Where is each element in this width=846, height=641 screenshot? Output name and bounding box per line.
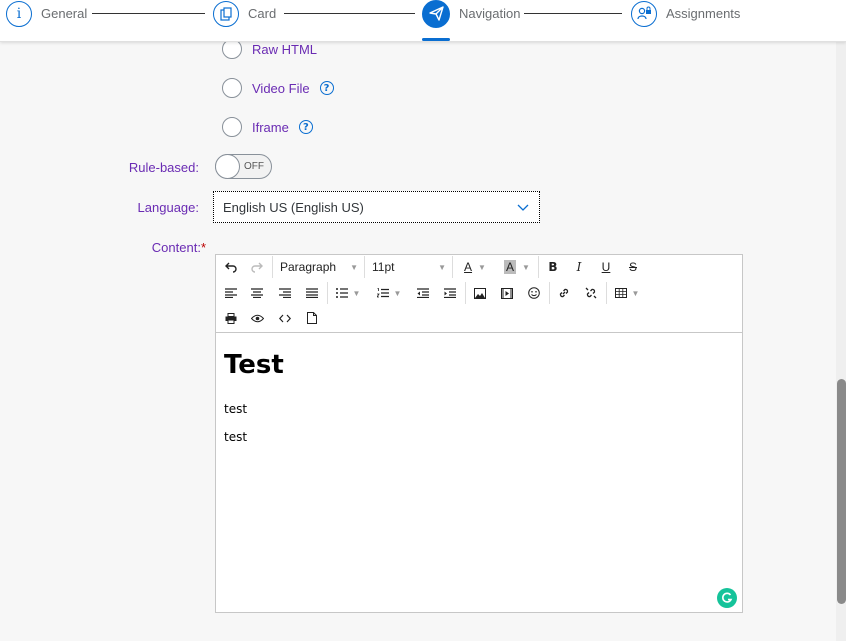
preview-eye-icon[interactable]	[248, 307, 266, 329]
editor-paragraph: test	[224, 430, 248, 444]
text-color-button[interactable]: A ▼	[458, 256, 492, 278]
toggle-state-text: OFF	[244, 161, 264, 172]
step-navigation[interactable]: Navigation	[422, 0, 521, 28]
toolbar-separator	[364, 256, 365, 278]
source-code-icon[interactable]	[276, 307, 294, 329]
caret-down-icon: ▼	[522, 262, 530, 272]
active-step-indicator	[422, 38, 450, 41]
link-icon[interactable]	[555, 282, 573, 304]
editor-toolbar: Paragraph ▼ 11pt ▼ A ▼ A ▼ B I U S ▼ ▼ ▼	[216, 255, 742, 333]
table-button[interactable]: ▼	[612, 282, 642, 304]
radio-option-iframe[interactable]: Iframe ?	[222, 117, 313, 137]
background-color-icon: A	[504, 260, 517, 274]
radio-button[interactable]	[222, 117, 242, 137]
caret-down-icon: ▼	[478, 262, 486, 272]
content-label: Content:*	[100, 240, 206, 255]
emoji-icon[interactable]	[525, 282, 543, 304]
block-format-value: Paragraph	[280, 260, 337, 274]
help-icon[interactable]: ?	[319, 81, 334, 95]
background-color-button[interactable]: A ▼	[500, 256, 534, 278]
wizard-header: i General Card Navigation Assignments	[0, 0, 846, 42]
radio-option-raw-html[interactable]: Raw HTML	[222, 39, 317, 59]
step-general[interactable]: i General	[6, 0, 87, 27]
rule-based-label: Rule-based:	[128, 160, 199, 175]
step-label: General	[41, 6, 88, 21]
help-icon[interactable]: ?	[298, 120, 313, 134]
text-color-icon: A	[464, 260, 473, 274]
rich-text-editor: Paragraph ▼ 11pt ▼ A ▼ A ▼ B I U S ▼ ▼ ▼…	[215, 254, 743, 613]
radio-label: Raw HTML	[252, 41, 318, 57]
toolbar-separator	[606, 282, 607, 304]
language-label: Language:	[137, 200, 199, 215]
editor-heading: Test	[224, 350, 284, 380]
redo-icon[interactable]	[248, 256, 266, 278]
caret-down-icon: ▼	[393, 288, 402, 298]
form-content: Raw HTML Video File ? Iframe ? Rule-base…	[0, 39, 836, 641]
language-select[interactable]: English US (English US)	[213, 191, 540, 223]
step-connector	[524, 13, 622, 14]
step-connector	[92, 13, 205, 14]
paper-plane-icon	[422, 0, 450, 28]
step-label: Card	[248, 6, 277, 21]
align-right-icon[interactable]	[276, 282, 294, 304]
card-icon	[213, 0, 239, 27]
unlink-icon[interactable]	[582, 282, 600, 304]
step-card[interactable]: Card	[213, 0, 276, 27]
toolbar-separator	[272, 256, 273, 278]
content-label-text: Content:	[151, 240, 201, 255]
font-size-dropdown[interactable]: 11pt ▼	[368, 256, 450, 278]
indent-icon[interactable]	[441, 282, 459, 304]
align-left-icon[interactable]	[222, 282, 240, 304]
step-label: Navigation	[459, 6, 521, 21]
language-value: English US (English US)	[223, 200, 364, 215]
block-format-dropdown[interactable]: Paragraph ▼	[276, 256, 362, 278]
editor-paragraph: test	[224, 402, 248, 416]
undo-icon[interactable]	[222, 256, 240, 278]
align-center-icon[interactable]	[248, 282, 266, 304]
toggle-knob	[215, 154, 240, 179]
underline-icon[interactable]: U	[597, 256, 615, 278]
caret-down-icon: ▼	[352, 288, 361, 298]
outdent-icon[interactable]	[414, 282, 432, 304]
font-size-value: 11pt	[372, 260, 395, 274]
radio-option-video-file[interactable]: Video File ?	[222, 78, 334, 98]
bullet-list-button[interactable]: ▼	[333, 282, 363, 304]
required-marker: *	[200, 240, 206, 255]
radio-label: Video File	[252, 80, 310, 96]
new-document-icon[interactable]	[303, 307, 321, 329]
strikethrough-icon[interactable]: S	[624, 256, 642, 278]
media-icon[interactable]	[498, 282, 516, 304]
step-assignments[interactable]: Assignments	[631, 0, 740, 27]
bullet-list-icon	[335, 288, 348, 298]
radio-button[interactable]	[222, 39, 242, 59]
toolbar-separator	[327, 282, 328, 304]
step-label: Assignments	[666, 6, 741, 21]
toolbar-separator	[538, 256, 539, 278]
caret-down-icon: ▼	[438, 262, 446, 272]
caret-down-icon: ▼	[631, 288, 640, 298]
scrollbar-thumb[interactable]	[837, 379, 846, 604]
italic-icon[interactable]: I	[570, 256, 588, 278]
editor-body[interactable]: Test test test	[224, 350, 734, 612]
radio-label: Iframe	[252, 119, 289, 135]
caret-down-icon: ▼	[350, 262, 358, 272]
align-justify-icon[interactable]	[303, 282, 321, 304]
rule-based-toggle[interactable]: OFF	[215, 154, 272, 179]
print-icon[interactable]	[222, 307, 240, 329]
numbered-list-button[interactable]: ▼	[373, 282, 405, 304]
toolbar-separator	[452, 256, 453, 278]
chevron-down-icon	[517, 204, 529, 211]
step-connector	[284, 13, 415, 14]
radio-button[interactable]	[222, 78, 242, 98]
bold-icon[interactable]: B	[544, 256, 562, 278]
info-icon: i	[6, 0, 32, 27]
numbered-list-icon	[376, 288, 389, 298]
toolbar-separator	[465, 282, 466, 304]
user-lock-icon	[631, 0, 657, 27]
grammarly-icon[interactable]	[717, 588, 737, 608]
table-icon	[614, 288, 627, 298]
toolbar-separator	[549, 282, 550, 304]
image-icon[interactable]	[471, 282, 489, 304]
